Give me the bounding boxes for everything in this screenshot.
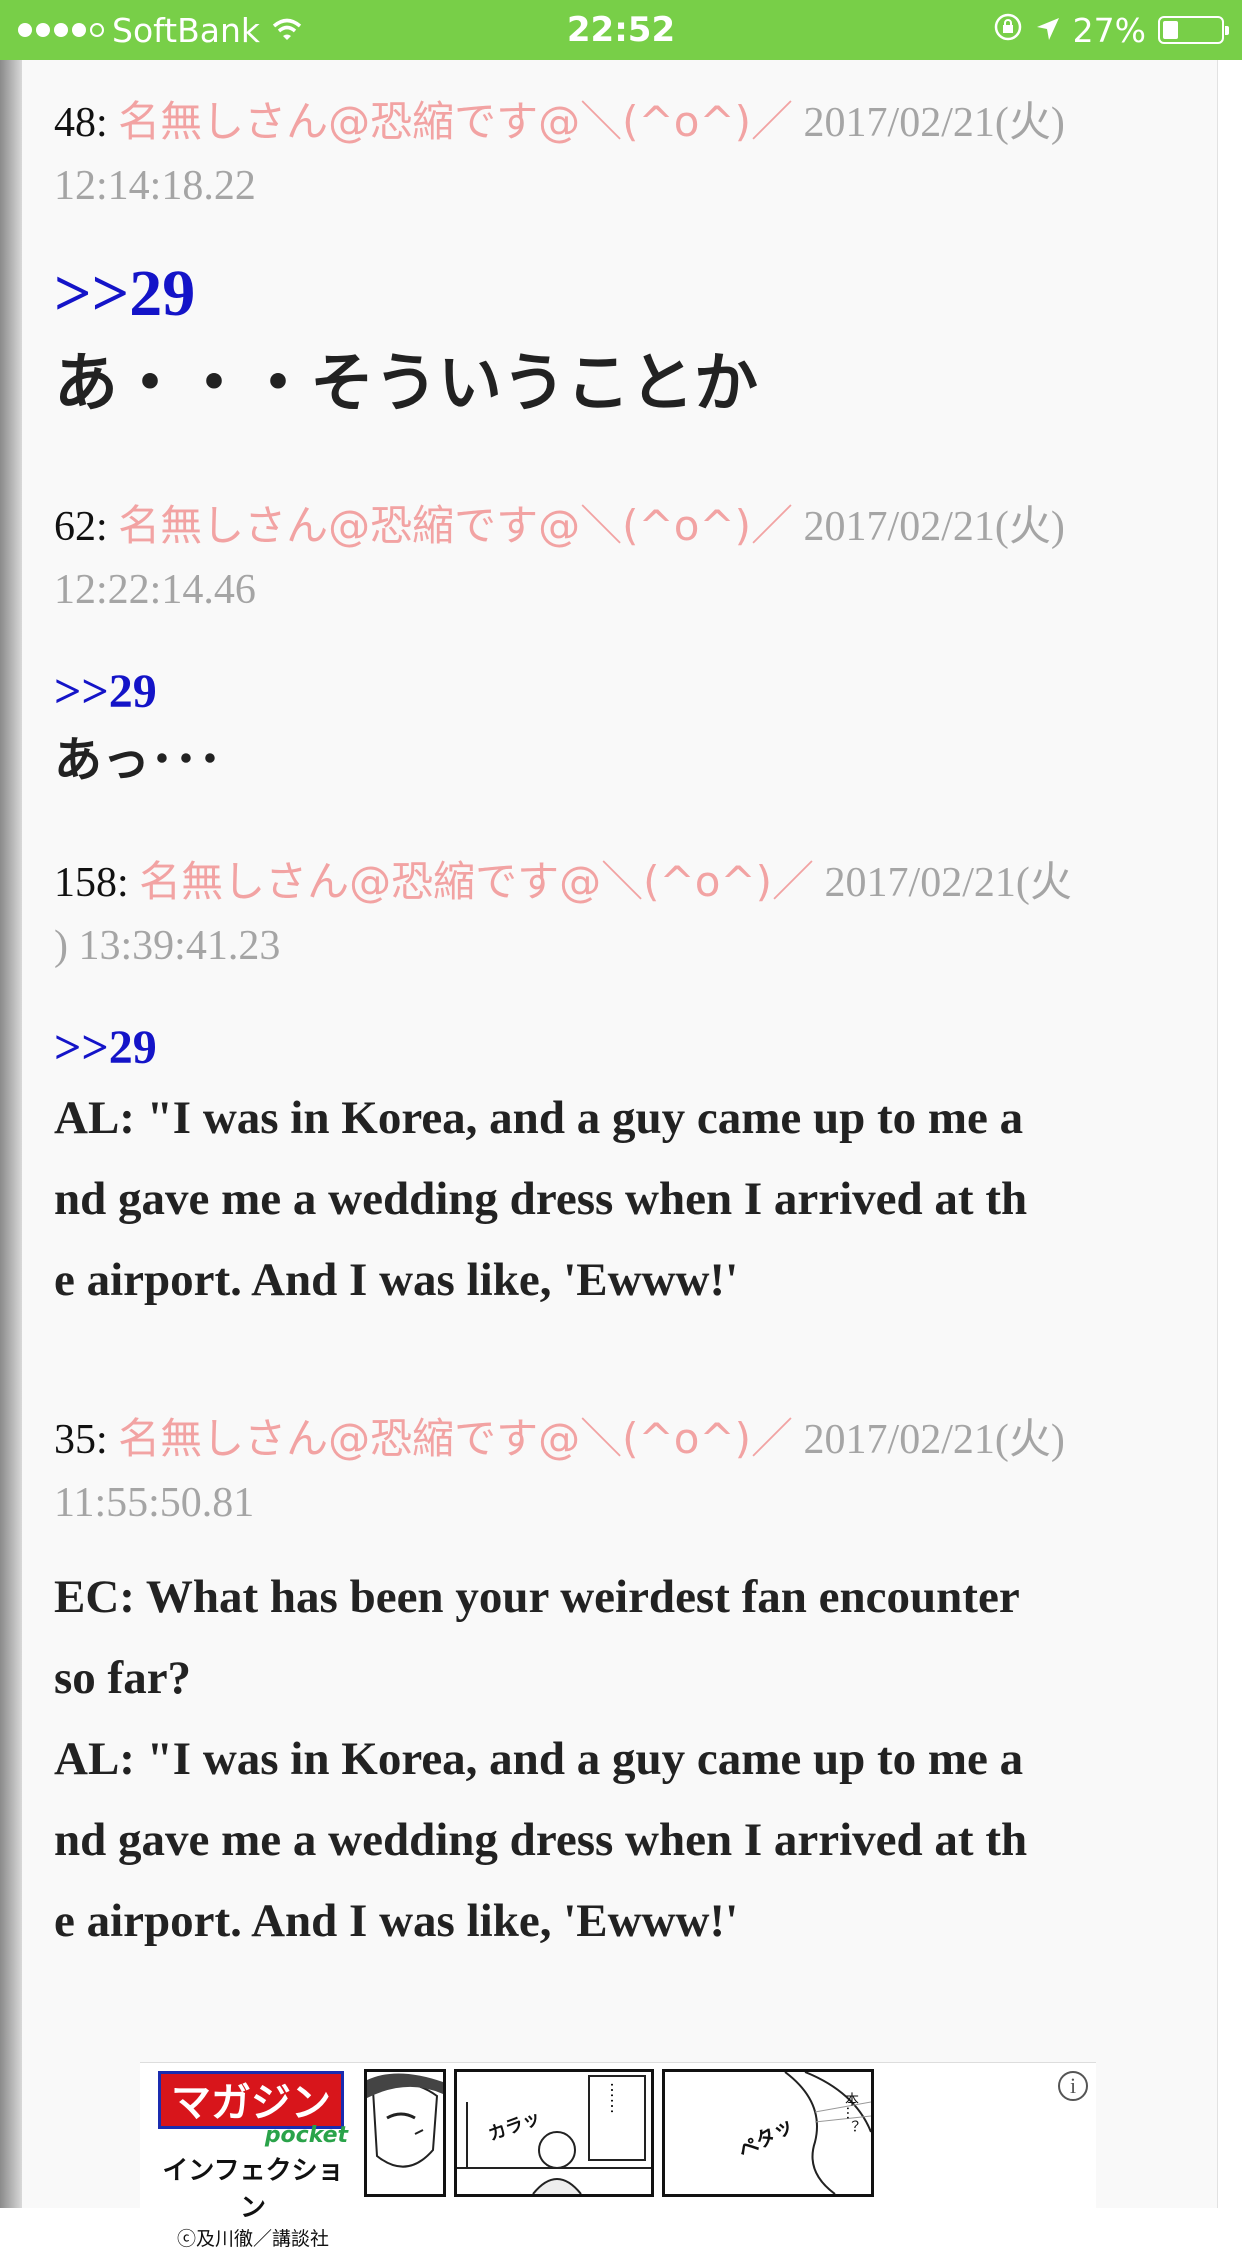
post-number: 158:: [54, 860, 129, 906]
post-body: あ・・・そういうことか: [54, 347, 758, 421]
post-author-name[interactable]: 名無しさん@恐縮です@＼(^o^)／: [118, 97, 793, 146]
post-time: 11:55:50.81: [54, 1480, 255, 1526]
post-body-line: so far?: [54, 1652, 192, 1704]
battery-percent: 27%: [1072, 10, 1146, 50]
post-time: 12:14:18.22: [54, 163, 256, 209]
post-body: EC: What has been your weirdest fan enco…: [54, 1557, 1204, 1962]
reply-anchor-link[interactable]: >>29: [54, 662, 1204, 722]
post: 62: 名無しさん@恐縮です@＼(^o^)／ 2017/02/21(火) 12:…: [54, 494, 1204, 798]
status-right: 27%: [993, 10, 1229, 50]
manga-panel[interactable]: ペタッ 本…？: [662, 2069, 874, 2197]
post-body-line: e airport. And I was like, 'Ewww!': [54, 1895, 739, 1947]
post-body-line: AL: "I was in Korea, and a guy came up t…: [54, 1092, 1024, 1144]
reply-anchor-link[interactable]: >>29: [54, 1018, 1204, 1078]
orientation-lock-icon: [993, 11, 1023, 50]
post: 158: 名無しさん@恐縮です@＼(^o^)／ 2017/02/21(火 ) 1…: [54, 850, 1204, 1321]
post-body-line: e airport. And I was like, 'Ewww!': [54, 1254, 739, 1306]
ad-logo[interactable]: マガジン pocket インフェクション ⓒ及川徹／講談社: [158, 2071, 348, 2250]
location-arrow-icon: [1035, 11, 1061, 50]
post-date: 2017/02/21(火): [803, 100, 1065, 146]
post-header: 48: 名無しさん@恐縮です@＼(^o^)／ 2017/02/21(火) 12:…: [54, 90, 1204, 218]
battery-icon: [1158, 16, 1229, 44]
page-left-edge: [0, 60, 22, 2208]
post-number: 35:: [54, 1417, 108, 1463]
post-author-name[interactable]: 名無しさん@恐縮です@＼(^o^)／: [118, 501, 793, 550]
manga-panel[interactable]: カラッ ……: [454, 2069, 654, 2197]
post-header: 62: 名無しさん@恐縮です@＼(^o^)／ 2017/02/21(火) 12:…: [54, 494, 1204, 622]
manga-panel[interactable]: [364, 2069, 446, 2197]
post-date: 2017/02/21(火: [824, 860, 1072, 906]
reply-anchor-link[interactable]: >>29: [54, 254, 1204, 334]
post-time: 12:22:14.46: [54, 567, 256, 613]
post-list: 48: 名無しさん@恐縮です@＼(^o^)／ 2017/02/21(火) 12:…: [54, 90, 1204, 1962]
page-right-edge: [1217, 60, 1242, 2208]
post-number: 48:: [54, 100, 108, 146]
post: 35: 名無しさん@恐縮です@＼(^o^)／ 2017/02/21(火) 11:…: [54, 1407, 1204, 1962]
post-number: 62:: [54, 504, 108, 550]
battery-fill: [1163, 21, 1178, 39]
post-body-line: AL: "I was in Korea, and a guy came up t…: [54, 1733, 1024, 1785]
post-body-line: EC: What has been your weirdest fan enco…: [54, 1571, 1020, 1623]
post-body: あっ･･･: [54, 732, 223, 788]
magazine-logo: マガジン: [158, 2071, 344, 2129]
ad-info-icon[interactable]: i: [1058, 2071, 1088, 2101]
post-author-name[interactable]: 名無しさん@恐縮です@＼(^o^)／: [118, 1414, 793, 1463]
post-body-line: nd gave me a wedding dress when I arrive…: [54, 1173, 1028, 1225]
ad-credit: ⓒ及川徹／講談社: [176, 2228, 329, 2250]
post-body: AL: "I was in Korea, and a guy came up t…: [54, 1078, 1204, 1321]
manga-speech-text: ……: [607, 2082, 626, 2114]
ad-banner[interactable]: マガジン pocket インフェクション ⓒ及川徹／講談社 カラッ …… ペタッ…: [140, 2062, 1096, 2250]
manga-speech-text: 本…？: [843, 2092, 859, 2134]
status-bar: SoftBank 22:52 27%: [0, 0, 1242, 60]
thread-content[interactable]: 48: 名無しさん@恐縮です@＼(^o^)／ 2017/02/21(火) 12:…: [22, 60, 1217, 2208]
post-date: 2017/02/21(火): [803, 504, 1065, 550]
post-header: 158: 名無しさん@恐縮です@＼(^o^)／ 2017/02/21(火 ) 1…: [54, 850, 1204, 978]
post-body-line: nd gave me a wedding dress when I arrive…: [54, 1814, 1028, 1866]
post-time: ) 13:39:41.23: [54, 923, 281, 969]
post-date: 2017/02/21(火): [803, 1417, 1065, 1463]
post: 48: 名無しさん@恐縮です@＼(^o^)／ 2017/02/21(火) 12:…: [54, 90, 1204, 432]
post-header: 35: 名無しさん@恐縮です@＼(^o^)／ 2017/02/21(火) 11:…: [54, 1407, 1204, 1535]
post-author-name[interactable]: 名無しさん@恐縮です@＼(^o^)／: [139, 857, 814, 906]
ad-title: インフェクション: [162, 2156, 344, 2223]
